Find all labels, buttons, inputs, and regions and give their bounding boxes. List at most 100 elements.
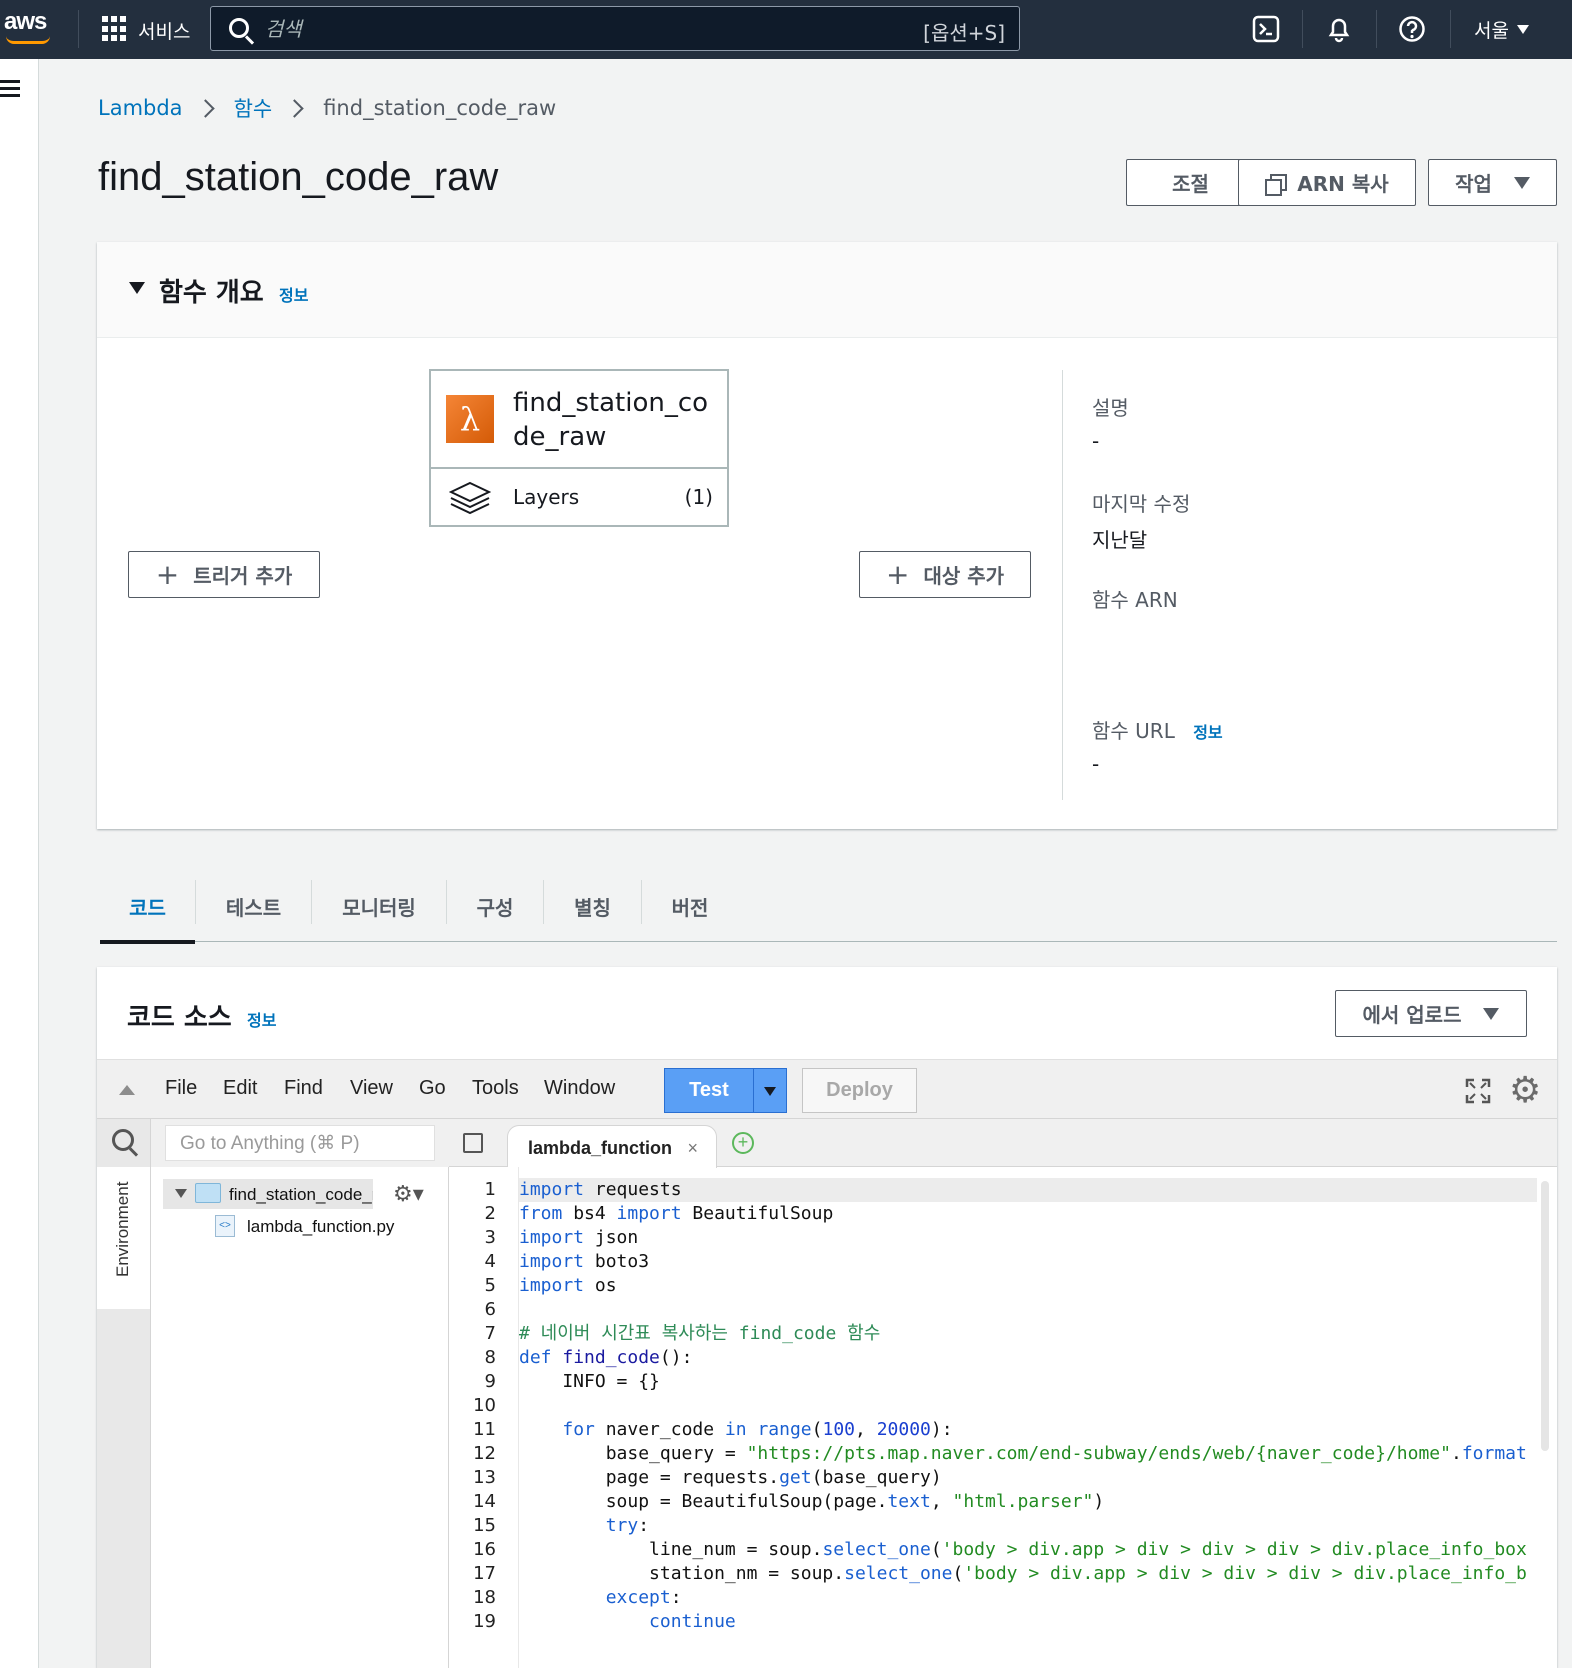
services-menu[interactable]: 서비스 bbox=[138, 17, 190, 44]
ide-settings-gear-icon[interactable]: ⚙ bbox=[1509, 1072, 1541, 1108]
folder-row[interactable]: find_station_code_r bbox=[163, 1179, 373, 1209]
copy-icon bbox=[1265, 173, 1288, 196]
code-line: import requests bbox=[519, 1179, 682, 1200]
help-icon[interactable] bbox=[1398, 15, 1426, 43]
fullscreen-icon[interactable] bbox=[1465, 1078, 1491, 1104]
global-search[interactable]: [옵션+S] bbox=[210, 6, 1020, 51]
ide-toolbar: File Edit Find View Go Tools Window Test… bbox=[97, 1059, 1557, 1119]
add-trigger-button[interactable]: + 트리거 추가 bbox=[128, 551, 320, 598]
code-editor: lambda_function × + 1 2 3 4 5 6 7 8 9 10 11 12 13 14 1… bbox=[449, 1119, 1557, 1668]
code-source-info-link[interactable]: 정보 bbox=[247, 1007, 276, 1031]
code-text-area[interactable]: import requests from bs4 import Beautiful… bbox=[519, 1167, 1557, 1668]
region-selector[interactable]: 서울 bbox=[1474, 16, 1529, 43]
overview-divider bbox=[1062, 370, 1063, 800]
menu-edit[interactable]: Edit bbox=[223, 1077, 257, 1100]
test-button[interactable]: Test bbox=[664, 1068, 754, 1113]
line-number: 2 bbox=[484, 1203, 496, 1224]
function-arn-label: 함수 ARN bbox=[1092, 588, 1178, 612]
description-value: - bbox=[1092, 429, 1100, 453]
throttle-button[interactable]: 조절 bbox=[1126, 159, 1255, 206]
goto-anything-input[interactable]: Go to Anything (⌘ P) bbox=[165, 1125, 435, 1161]
editor-tab-lambda-function[interactable]: lambda_function × bbox=[507, 1125, 717, 1168]
function-overview-info-link[interactable]: 정보 bbox=[279, 282, 308, 306]
code-line: def find_code(): bbox=[519, 1347, 693, 1368]
environment-tab[interactable]: Environment bbox=[97, 1167, 151, 1309]
plus-icon: + bbox=[155, 557, 180, 591]
ide-side-panel: Environment bbox=[97, 1119, 151, 1668]
nav-divider bbox=[1450, 10, 1451, 48]
search-input[interactable] bbox=[265, 15, 865, 43]
menu-tools[interactable]: Tools bbox=[472, 1077, 519, 1100]
breadcrumb: Lambda 함수 find_station_code_raw bbox=[98, 93, 556, 123]
tree-settings-gear-icon[interactable]: ⚙▾ bbox=[393, 1181, 424, 1207]
menu-find[interactable]: Find bbox=[284, 1077, 323, 1100]
add-tab-icon[interactable]: + bbox=[732, 1132, 754, 1154]
tab-code[interactable]: 코드 bbox=[100, 870, 195, 944]
deploy-button[interactable]: Deploy bbox=[802, 1068, 917, 1113]
search-icon[interactable] bbox=[112, 1129, 134, 1151]
tab-aliases[interactable]: 별칭 bbox=[544, 870, 641, 942]
nav-divider bbox=[1376, 10, 1377, 48]
menu-window[interactable]: Window bbox=[544, 1077, 615, 1100]
caret-down-icon[interactable] bbox=[175, 1189, 187, 1198]
collapse-menu-icon[interactable] bbox=[119, 1085, 135, 1095]
code-line: import boto3 bbox=[519, 1251, 650, 1272]
code-source-title: 코드 소스 bbox=[127, 1003, 232, 1033]
notifications-bell-icon[interactable] bbox=[1325, 15, 1353, 43]
menu-file[interactable]: File bbox=[165, 1077, 197, 1100]
actions-dropdown-button[interactable]: 작업 bbox=[1428, 159, 1557, 206]
line-number: 15 bbox=[473, 1515, 496, 1536]
code-line: import os bbox=[519, 1275, 617, 1296]
upload-from-button[interactable]: 에서 업로드 bbox=[1335, 990, 1527, 1037]
line-number: 3 bbox=[484, 1227, 496, 1248]
aws-logo[interactable]: aws bbox=[4, 8, 47, 36]
line-number: 9 bbox=[484, 1371, 496, 1392]
layers-row[interactable]: Layers (1) bbox=[431, 469, 727, 525]
hamburger-menu-icon[interactable] bbox=[0, 80, 20, 98]
tab-test[interactable]: 테스트 bbox=[196, 870, 311, 942]
add-destination-button[interactable]: + 대상 추가 bbox=[859, 551, 1031, 598]
breadcrumb-lambda[interactable]: Lambda bbox=[98, 96, 183, 120]
plus-icon: + bbox=[885, 557, 910, 591]
function-card[interactable]: λ find_station_code_raw Layers (1) bbox=[429, 369, 729, 527]
function-url-text: 함수 URL bbox=[1092, 719, 1175, 743]
close-icon[interactable]: × bbox=[687, 1138, 698, 1159]
layers-label: Layers bbox=[513, 485, 580, 509]
breadcrumb-current: find_station_code_raw bbox=[323, 96, 557, 120]
code-line: except: bbox=[605, 1587, 682, 1608]
function-overview-header[interactable]: 함수 개요 정보 bbox=[97, 242, 1557, 338]
breadcrumb-functions[interactable]: 함수 bbox=[234, 93, 273, 123]
tab-monitoring[interactable]: 모니터링 bbox=[312, 870, 446, 942]
line-number: 10 bbox=[473, 1395, 496, 1416]
collapse-caret-icon[interactable] bbox=[129, 282, 145, 294]
menu-go[interactable]: Go bbox=[419, 1077, 446, 1100]
chevron-right-icon bbox=[285, 98, 304, 118]
lambda-icon: λ bbox=[446, 395, 494, 443]
tabs-menu-icon[interactable] bbox=[463, 1133, 483, 1153]
region-label: 서울 bbox=[1474, 20, 1509, 42]
line-number: 1 bbox=[484, 1179, 496, 1200]
nav-divider bbox=[78, 10, 79, 48]
line-number: 7 bbox=[484, 1323, 496, 1344]
tab-configuration[interactable]: 구성 bbox=[447, 870, 543, 942]
caret-down-icon bbox=[1483, 1007, 1500, 1020]
code-line: base_query = "https://pts.map.naver.com/… bbox=[519, 1443, 1527, 1464]
editor-tab-bar: lambda_function × + bbox=[449, 1119, 1557, 1168]
services-grid-icon[interactable] bbox=[102, 16, 128, 42]
copy-arn-button[interactable]: ARN 복사 bbox=[1238, 159, 1416, 206]
cloudshell-icon[interactable] bbox=[1252, 15, 1280, 43]
menu-view[interactable]: View bbox=[350, 1077, 393, 1100]
test-dropdown-button[interactable] bbox=[753, 1068, 787, 1113]
line-number: 19 bbox=[473, 1611, 496, 1632]
function-url-info-link[interactable]: 정보 bbox=[1193, 723, 1222, 742]
throttle-label: 조절 bbox=[1172, 172, 1209, 196]
line-number: 18 bbox=[473, 1587, 496, 1608]
top-navigation: aws 서비스 [옵션+S] 서울 bbox=[0, 0, 1572, 59]
vertical-scrollbar[interactable] bbox=[1541, 1181, 1549, 1451]
search-icon bbox=[229, 18, 249, 38]
line-number: 12 bbox=[473, 1443, 496, 1464]
line-number-gutter: 1 2 3 4 5 6 7 8 9 10 11 12 13 14 15 16 17 18 19 bbox=[449, 1167, 519, 1668]
function-tabs: 코드 테스트 모니터링 구성 별칭 버전 bbox=[100, 870, 1557, 944]
line-number: 11 bbox=[473, 1419, 496, 1440]
tab-versions[interactable]: 버전 bbox=[642, 870, 738, 942]
